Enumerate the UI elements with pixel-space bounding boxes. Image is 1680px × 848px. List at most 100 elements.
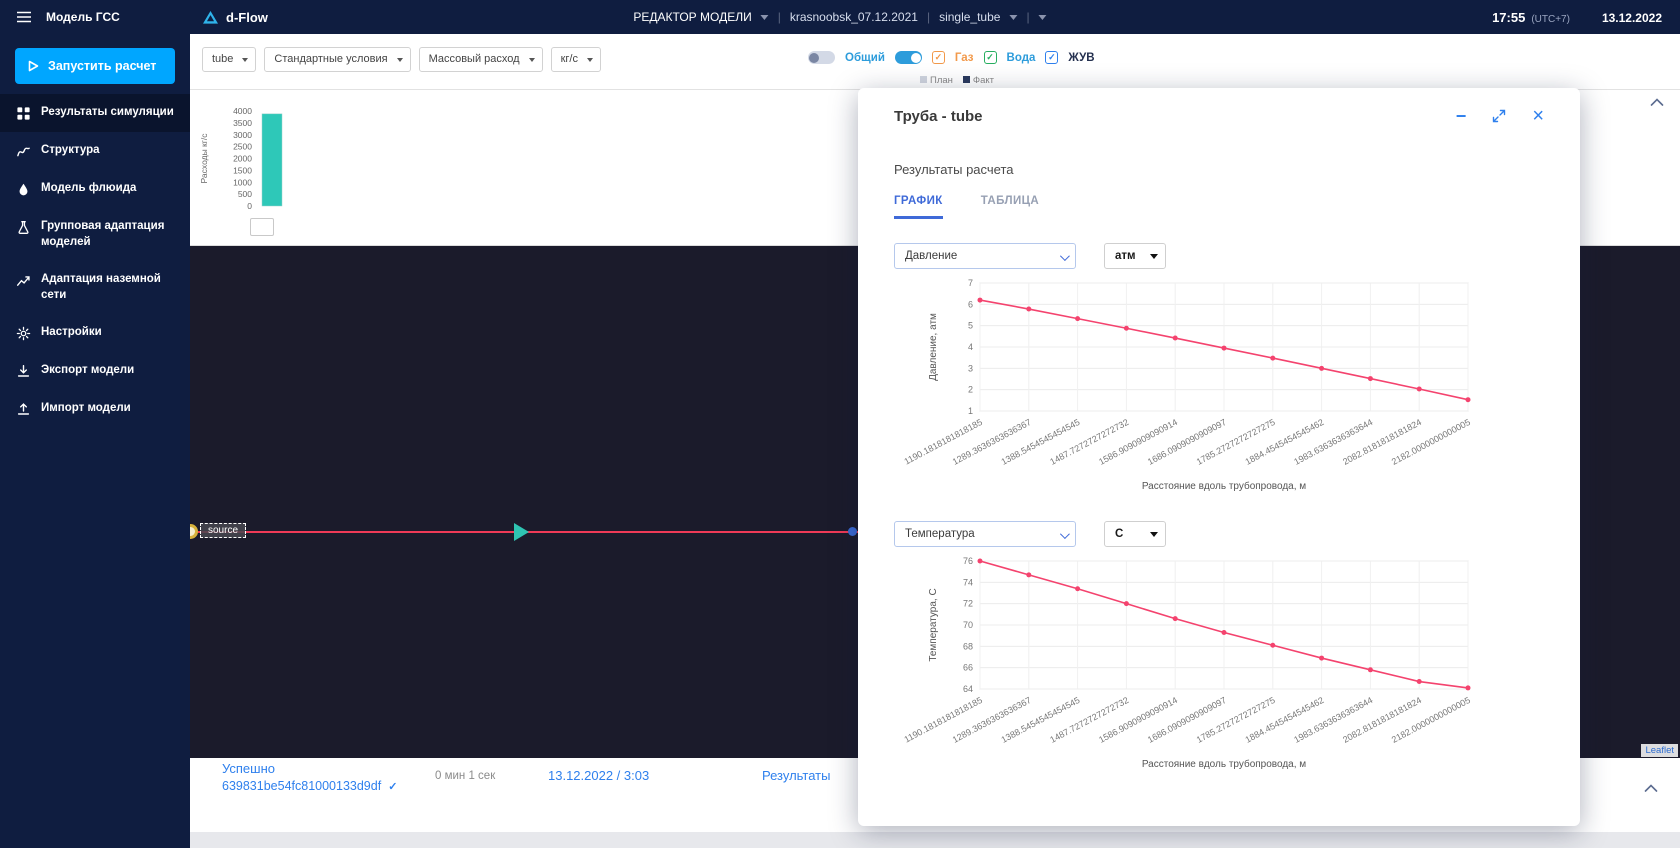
sidebar-item-label: Адаптация наземной сети — [41, 273, 161, 301]
svg-text:3: 3 — [968, 363, 973, 373]
sidebar-item-label: Настройки — [41, 326, 102, 339]
sidebar-item[interactable]: Экспорт модели — [0, 352, 190, 390]
topbar-left: Модель ГСС — [0, 10, 190, 24]
submodel-dropdown[interactable]: single_tube — [939, 10, 1000, 24]
sidebar-item[interactable]: Адаптация наземной сети — [0, 261, 190, 314]
collapse-panel-chevron-icon[interactable] — [1650, 98, 1664, 106]
sidebar-item-label: Импорт модели — [41, 402, 131, 415]
source-node-icon[interactable] — [190, 524, 198, 539]
svg-text:2: 2 — [968, 385, 973, 395]
sidebar-item[interactable]: Результаты симуляции — [0, 94, 190, 132]
editor-mode-dropdown[interactable]: РЕДАКТОР МОДЕЛИ — [633, 10, 751, 24]
svg-text:74: 74 — [963, 577, 973, 587]
rate-type-select[interactable]: Массовый расход — [418, 47, 543, 72]
breadcrumb-separator: | — [777, 10, 781, 24]
svg-text:76: 76 — [963, 556, 973, 566]
svg-text:1487.7272727272732: 1487.7272727272732 — [1048, 695, 1130, 745]
breadcrumb-separator: | — [926, 10, 931, 24]
svg-text:66: 66 — [963, 663, 973, 673]
svg-text:1388.5454545454545: 1388.5454545454545 — [1000, 417, 1082, 467]
source-node-label[interactable]: source — [200, 523, 247, 538]
toggle-knob — [910, 52, 921, 63]
logo-text: d-Flow — [226, 9, 268, 25]
temperature-unit-select[interactable]: C — [1104, 521, 1166, 547]
sidebar-item[interactable]: Структура — [0, 132, 190, 170]
pipeline-end-node[interactable] — [848, 527, 857, 536]
results-link[interactable]: Результаты — [762, 768, 830, 783]
minimize-icon[interactable] — [1456, 107, 1467, 125]
clock-time: 17:55 — [1492, 9, 1526, 25]
temperature-parameter-select[interactable]: Температура — [894, 521, 1076, 547]
svg-text:1884.4545454545462: 1884.4545454545462 — [1244, 417, 1326, 467]
clock-utc: (UTC+7) — [1531, 13, 1570, 25]
svg-text:7: 7 — [968, 278, 973, 288]
total-toggle[interactable] — [808, 51, 835, 64]
tab-table[interactable]: ТАБЛИЦА — [981, 195, 1039, 219]
structure-icon — [16, 144, 31, 159]
close-icon[interactable] — [1532, 106, 1544, 126]
map-attribution-link[interactable]: Leaflet — [1641, 744, 1678, 757]
unit-select[interactable]: кг/с — [550, 47, 601, 72]
svg-text:1388.5454545454545: 1388.5454545454545 — [1000, 695, 1082, 745]
temperature-unit-value: C — [1115, 528, 1124, 540]
pipe-results-modal: Труба - tube Результаты расчета ГРАФИК Т… — [858, 88, 1580, 826]
topbar: Модель ГСС d-Flow РЕДАКТОР МОДЕЛИ | kras… — [0, 0, 1680, 34]
series-checkbox[interactable] — [250, 218, 274, 236]
phases-toggle[interactable] — [894, 51, 922, 64]
modal-title: Труба - tube — [894, 107, 983, 125]
liquid-hc-label: ЖУВ — [1068, 51, 1095, 64]
unit-select-value: кг/с — [560, 53, 578, 65]
network-adaptation-icon — [16, 273, 31, 288]
svg-text:1983.6363636363644: 1983.6363636363644 — [1292, 695, 1374, 745]
water-checkbox[interactable] — [983, 51, 997, 64]
svg-text:2000: 2000 — [233, 154, 252, 164]
menu-icon[interactable] — [16, 11, 32, 23]
svg-text:64: 64 — [963, 684, 973, 694]
chevron-down-icon — [760, 14, 769, 20]
run-id-row: 639831be54fc81000133d9df — [222, 779, 397, 793]
check-icon — [388, 779, 397, 793]
pressure-unit-select[interactable]: атм — [1104, 243, 1166, 269]
breadcrumb-separator: | — [1026, 10, 1030, 24]
svg-text:1487.7272727272732: 1487.7272727272732 — [1048, 417, 1130, 467]
svg-text:1289.3636363636367: 1289.3636363636367 — [951, 695, 1033, 745]
liquid-hc-checkbox[interactable] — [1045, 51, 1059, 64]
sidebar-item[interactable]: Импорт модели — [0, 390, 190, 428]
gas-checkbox[interactable] — [931, 51, 945, 64]
svg-text:1586.9090909090914: 1586.9090909090914 — [1097, 695, 1179, 745]
sidebar-item-label: Модель флюида — [41, 182, 137, 194]
sidebar-item[interactable]: Модель флюида — [0, 170, 190, 208]
svg-text:Расходы кг/с: Расходы кг/с — [199, 133, 209, 184]
logo-icon — [203, 10, 218, 24]
legend-plan: План — [920, 75, 953, 86]
tab-chart[interactable]: ГРАФИК — [894, 195, 943, 219]
svg-text:1983.6363636363644: 1983.6363636363644 — [1292, 417, 1374, 467]
svg-text:Температура, C: Температура, C — [928, 588, 939, 661]
svg-text:1289.3636363636367: 1289.3636363636367 — [951, 417, 1033, 467]
clock-block: 17:55 (UTC+7) 13.12.2022 — [1492, 10, 1680, 25]
sidebar-item-label: Структура — [41, 144, 100, 156]
svg-text:68: 68 — [963, 641, 973, 651]
rate-type-select-value: Массовый расход — [428, 53, 520, 65]
svg-text:Расстояние вдоль трубопровода,: Расстояние вдоль трубопровода, м — [1142, 758, 1306, 770]
svg-text:6: 6 — [968, 299, 973, 309]
chevron-down-icon[interactable] — [1038, 14, 1047, 20]
expand-icon[interactable] — [1492, 109, 1506, 123]
flow-bar-chart: 0 500 1000 1500 2000 2500 3000 3500 4000 Расходы … — [198, 106, 310, 216]
svg-text:1586.9090909090914: 1586.9090909090914 — [1097, 417, 1179, 467]
pressure-unit-value: атм — [1115, 250, 1136, 262]
legend-fact: Факт — [962, 75, 994, 86]
run-calculation-button[interactable]: Запустить расчет — [15, 48, 175, 84]
collapse-statusbar-chevron-icon[interactable] — [1644, 784, 1658, 792]
object-select[interactable]: tube — [202, 47, 257, 72]
svg-text:4: 4 — [968, 342, 973, 352]
pressure-parameter-select[interactable]: Давление — [894, 243, 1076, 269]
conditions-select[interactable]: Стандартные условия — [264, 47, 411, 72]
fact-swatch — [962, 76, 970, 83]
svg-text:2500: 2500 — [233, 142, 252, 152]
sidebar-item[interactable]: Настройки — [0, 314, 190, 352]
sidebar-item[interactable]: Групповая адаптация моделей — [0, 208, 190, 261]
run-calculation-label: Запустить расчет — [48, 59, 157, 73]
import-icon — [16, 402, 31, 417]
svg-text:72: 72 — [963, 599, 973, 609]
